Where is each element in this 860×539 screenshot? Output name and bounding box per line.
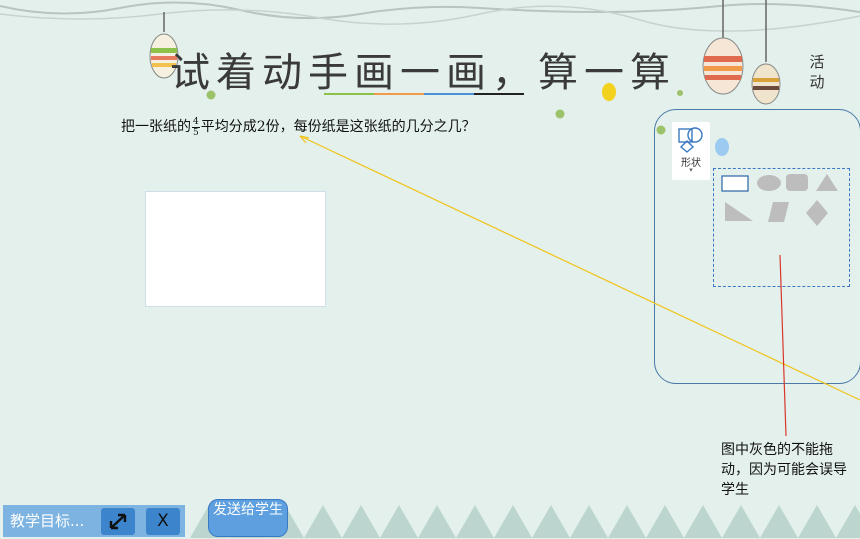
annotation-note: 图中灰色的不能拖动，因为可能会误导学生 xyxy=(721,442,847,498)
red-pointer-line xyxy=(779,254,787,437)
bottom-triangle xyxy=(760,505,798,538)
bottom-triangle xyxy=(532,505,570,538)
bottom-triangle xyxy=(722,505,760,538)
bottom-triangle xyxy=(380,505,418,538)
bottom-triangle xyxy=(836,505,860,538)
expand-button[interactable] xyxy=(101,508,135,535)
bottom-triangle xyxy=(456,505,494,538)
bottom-triangle xyxy=(494,505,532,538)
bottom-triangle xyxy=(570,505,608,538)
bottom-triangle xyxy=(608,505,646,538)
expand-icon xyxy=(109,513,127,530)
bottom-triangle xyxy=(304,505,342,538)
yellow-pointer-line xyxy=(299,135,860,401)
bottom-triangle xyxy=(418,505,456,538)
bottom-triangle xyxy=(342,505,380,538)
bottom-triangle xyxy=(684,505,722,538)
close-button[interactable]: X xyxy=(146,508,180,535)
send-to-students-button[interactable]: 发送给学生 xyxy=(208,499,288,537)
bottom-triangle xyxy=(646,505,684,538)
bottom-triangle xyxy=(798,505,836,538)
